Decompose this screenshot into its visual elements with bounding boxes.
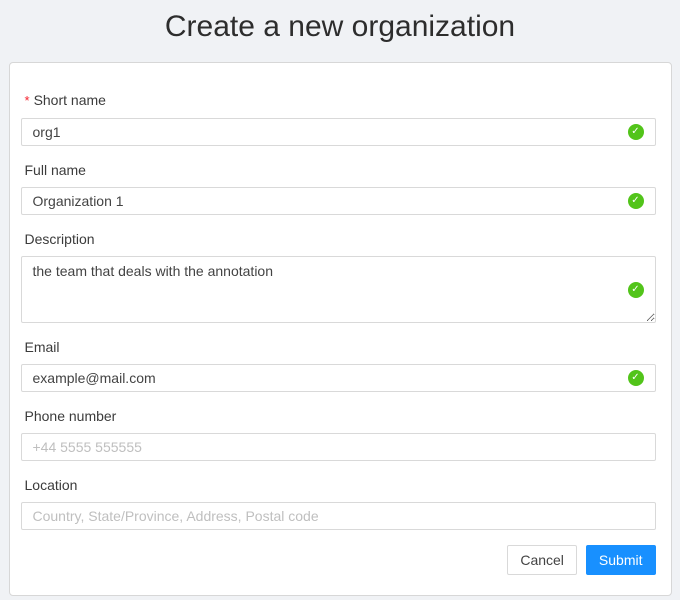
short-name-label-text: Short name: [34, 92, 106, 108]
short-name-label: * Short name: [21, 91, 656, 110]
description-label-text: Description: [25, 231, 95, 247]
cancel-button[interactable]: Cancel: [507, 545, 577, 575]
phone-number-input[interactable]: [21, 433, 656, 461]
form-actions: Cancel Submit: [21, 545, 656, 575]
location-input[interactable]: [21, 502, 656, 530]
form-item-full-name: Full name ✓: [21, 161, 656, 215]
email-input[interactable]: [21, 364, 656, 392]
full-name-label-text: Full name: [25, 162, 86, 178]
required-asterisk: *: [25, 93, 30, 108]
form-item-short-name: *Short name ✓: [21, 91, 656, 146]
full-name-input[interactable]: [21, 187, 656, 215]
description-textarea[interactable]: the team that deals with the annotation: [21, 256, 656, 323]
email-label-text: Email: [25, 339, 60, 355]
form-item-description: Description the team that deals with the…: [21, 230, 656, 323]
description-label: Description: [21, 230, 656, 248]
short-name-input[interactable]: [21, 118, 656, 146]
create-organization-form-card: *Short name ✓ Full name ✓ Description th…: [9, 62, 672, 596]
location-label: Location: [21, 476, 656, 494]
form-item-email: Email ✓: [21, 338, 656, 392]
page-title: Create a new organization: [0, 0, 680, 45]
form-item-location: Location: [21, 476, 656, 530]
full-name-label: Full name: [21, 161, 656, 179]
location-label-text: Location: [25, 477, 78, 493]
phone-number-label-text: Phone number: [25, 408, 117, 424]
email-label: Email: [21, 338, 656, 356]
submit-button[interactable]: Submit: [586, 545, 656, 575]
phone-number-label: Phone number: [21, 407, 656, 425]
form-item-phone-number: Phone number: [21, 407, 656, 461]
